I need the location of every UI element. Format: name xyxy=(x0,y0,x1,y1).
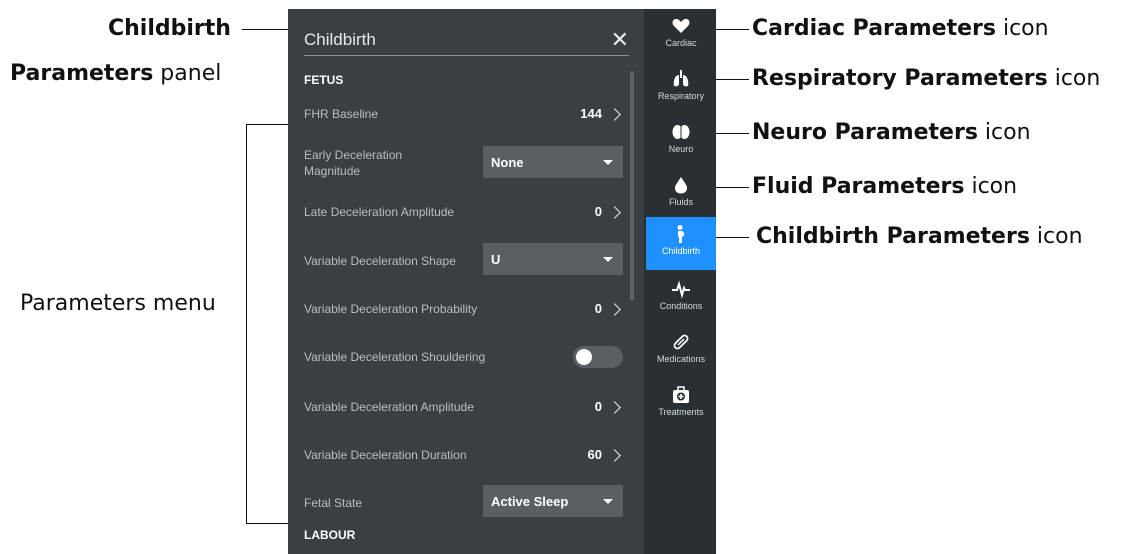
row-label: Variable Deceleration Shouldering xyxy=(304,350,486,364)
chevron-right-icon[interactable] xyxy=(608,303,621,316)
brain-icon xyxy=(672,125,690,139)
chevron-right-icon[interactable] xyxy=(608,401,621,414)
fetal-state-select[interactable]: Active Sleep xyxy=(483,485,623,517)
select-value: U xyxy=(491,252,501,267)
caret-down-icon xyxy=(603,160,613,165)
toggle-knob xyxy=(576,349,592,365)
sidebar-item-respiratory[interactable]: Respiratory xyxy=(646,62,716,115)
close-icon[interactable]: ✕ xyxy=(611,25,629,55)
sidebar-item-conditions[interactable]: Conditions xyxy=(646,272,716,325)
shouldering-toggle[interactable] xyxy=(573,346,623,368)
bracket-bottom xyxy=(246,523,288,524)
row-label: Variable Deceleration Duration xyxy=(304,448,467,462)
chevron-right-icon[interactable] xyxy=(608,206,621,219)
lungs-icon xyxy=(673,70,689,87)
section-title-fetus: FETUS xyxy=(304,73,344,87)
row-label: Fetal State xyxy=(304,496,363,510)
pulse-icon xyxy=(672,280,690,299)
sidebar-item-label: Neuro xyxy=(668,144,694,154)
sidebar-item-label: Cardiac xyxy=(665,38,697,48)
select-value: None xyxy=(491,155,524,170)
row-value: 0 xyxy=(594,301,602,316)
pill-icon xyxy=(673,334,689,350)
sidebar-item-treatments[interactable]: Treatments xyxy=(646,378,716,431)
panel-title: Childbirth xyxy=(304,30,376,49)
sidebar-item-label: Conditions xyxy=(659,301,703,311)
caret-down-icon xyxy=(603,499,613,504)
panel-header: Childbirth ✕ xyxy=(304,25,629,56)
heart-icon xyxy=(672,18,690,33)
row-label: FHR Baseline xyxy=(304,107,379,121)
medkit-icon xyxy=(673,386,689,403)
row-label: Variable Deceleration Shape xyxy=(304,254,456,268)
childbirth-parameters-panel: Childbirth ✕ FETUS FHR Baseline 144 Earl… xyxy=(288,9,644,554)
drop-icon xyxy=(675,177,687,194)
section-title-labour: LABOUR xyxy=(304,528,356,542)
sidebar-item-label: Medications xyxy=(656,354,706,364)
sidebar-item-childbirth[interactable]: Childbirth xyxy=(646,217,716,270)
callout-childbirth-panel-line1: Childbirth xyxy=(108,16,231,41)
row-value: 144 xyxy=(580,106,602,121)
row-value: 0 xyxy=(594,204,602,219)
row-label: Variable Deceleration Probability xyxy=(304,302,478,316)
sidebar-item-neuro[interactable]: Neuro xyxy=(646,115,716,168)
chevron-right-icon[interactable] xyxy=(608,449,621,462)
bracket-line xyxy=(246,124,247,524)
callout-cardiac: Cardiac Parameters icon xyxy=(752,16,1049,41)
bracket-top xyxy=(246,124,288,125)
early-deceleration-select[interactable]: None xyxy=(483,146,623,178)
sidebar-item-fluids[interactable]: Fluids xyxy=(646,168,716,221)
row-label: Late Deceleration Amplitude xyxy=(304,205,455,219)
callout-parameters-menu: Parameters menu xyxy=(20,291,216,316)
caret-down-icon xyxy=(603,257,613,262)
pregnant-icon xyxy=(677,225,685,243)
callout-fluid: Fluid Parameters icon xyxy=(752,174,1018,199)
parameters-sidebar: Cardiac Respiratory Neuro Fluids Childbi… xyxy=(646,9,716,554)
callout-respiratory: Respiratory Parameters icon xyxy=(752,66,1101,91)
variable-deceleration-shape-select[interactable]: U xyxy=(483,243,623,275)
row-label: Early Deceleration Magnitude xyxy=(304,148,403,178)
callout-neuro: Neuro Parameters icon xyxy=(752,120,1031,145)
sidebar-item-label: Childbirth xyxy=(661,246,701,256)
app-window: Childbirth ✕ FETUS FHR Baseline 144 Earl… xyxy=(288,9,716,554)
sidebar-item-label: Treatments xyxy=(658,407,704,417)
sidebar-item-label: Fluids xyxy=(668,197,693,207)
scrollbar[interactable] xyxy=(630,71,634,301)
chevron-right-icon[interactable] xyxy=(608,108,621,121)
row-label: Variable Deceleration Amplitude xyxy=(304,400,474,414)
sidebar-item-cardiac[interactable]: Cardiac xyxy=(646,9,716,62)
select-value: Active Sleep xyxy=(491,494,569,509)
callout-childbirth: Childbirth Parameters icon xyxy=(756,224,1083,249)
callout-childbirth-panel-line2: Parameters panel xyxy=(10,61,222,86)
sidebar-item-label: Respiratory xyxy=(657,91,704,101)
row-value: 60 xyxy=(587,447,602,462)
callout-line xyxy=(242,29,288,30)
row-value: 0 xyxy=(594,399,602,414)
sidebar-item-medications[interactable]: Medications xyxy=(646,325,716,378)
